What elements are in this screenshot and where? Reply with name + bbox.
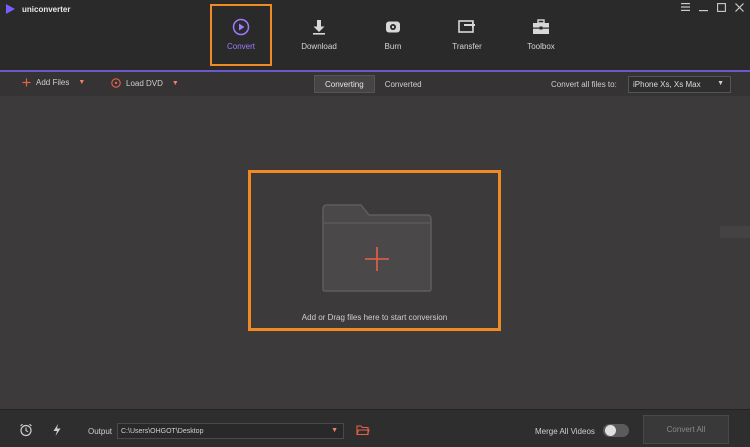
add-files-button[interactable]: Add Files ▼ [22,78,85,87]
dvd-icon [111,78,121,88]
chevron-down-icon[interactable]: ▼ [172,80,179,87]
main-nav: Convert Download Burn Transfer Toolbox [210,4,578,66]
nav-item-download[interactable]: Download [282,4,356,66]
app-window: uniconverter Convert Download Burn Trans… [0,0,750,447]
convert-all-button[interactable]: Convert All [643,415,729,444]
output-path-select[interactable]: C:\Users\OHGOT\Desktop ▼ [117,423,344,439]
nav-label: Toolbox [527,42,555,51]
menu-icon[interactable] [680,2,690,12]
plus-icon [22,78,31,87]
chevron-down-icon: ▼ [717,80,724,87]
tab-converted[interactable]: Converted [375,75,432,93]
drop-instructions: Add or Drag files here to start conversi… [301,313,448,322]
nav-item-convert[interactable]: Convert [210,4,272,66]
toolbar: Add Files ▼ Load DVD ▼ Converting Conver… [0,70,750,96]
download-icon [310,18,328,36]
brand: uniconverter [4,3,70,15]
close-icon[interactable] [734,2,744,12]
nav-label: Transfer [452,42,482,51]
header: uniconverter Convert Download Burn Trans… [0,0,750,70]
load-dvd-label: Load DVD [126,78,163,88]
output-path-value: C:\Users\OHGOT\Desktop [121,427,204,435]
chevron-down-icon[interactable]: ▼ [78,79,85,86]
maximize-icon[interactable] [716,2,726,12]
window-controls [680,2,744,12]
burn-icon [384,18,402,36]
transfer-icon [458,18,476,36]
side-panel-handle[interactable] [720,226,750,238]
add-files-label: Add Files [36,78,70,87]
lightning-icon[interactable] [50,423,64,437]
app-logo-icon [6,4,15,14]
merge-videos-label: Merge All Videos [535,427,595,436]
nav-item-burn[interactable]: Burn [356,4,430,66]
nav-label: Burn [384,42,402,51]
file-drop-zone[interactable]: Add or Drag files here to start conversi… [248,170,501,331]
nav-item-transfer[interactable]: Transfer [430,4,504,66]
load-dvd-button[interactable]: Load DVD ▼ [111,78,179,88]
merge-videos-toggle[interactable] [603,424,629,437]
open-folder-icon[interactable] [356,423,370,437]
alarm-clock-icon[interactable] [19,423,33,437]
footer: Output C:\Users\OHGOT\Desktop ▼ Merge Al… [0,409,750,447]
nav-label: Download [301,42,337,51]
output-format-value: iPhone Xs, Xs Max [633,80,701,89]
output-format-select[interactable]: iPhone Xs, Xs Max ▼ [628,76,731,93]
convert-icon [232,18,250,36]
chevron-down-icon: ▼ [331,427,338,434]
toolbox-icon [532,18,550,36]
toggle-knob [605,425,616,436]
main-area: Add or Drag files here to start conversi… [0,96,750,409]
nav-item-toolbox[interactable]: Toolbox [504,4,578,66]
minimize-icon[interactable] [698,2,708,12]
tab-converting[interactable]: Converting [314,75,375,93]
output-label: Output [88,427,113,436]
nav-label: Convert [226,42,255,51]
conversion-tabs: Converting Converted [314,75,432,93]
folder-add-icon [322,204,432,292]
convert-all-label: Convert all files to: [551,80,617,89]
app-title: uniconverter [22,4,71,14]
